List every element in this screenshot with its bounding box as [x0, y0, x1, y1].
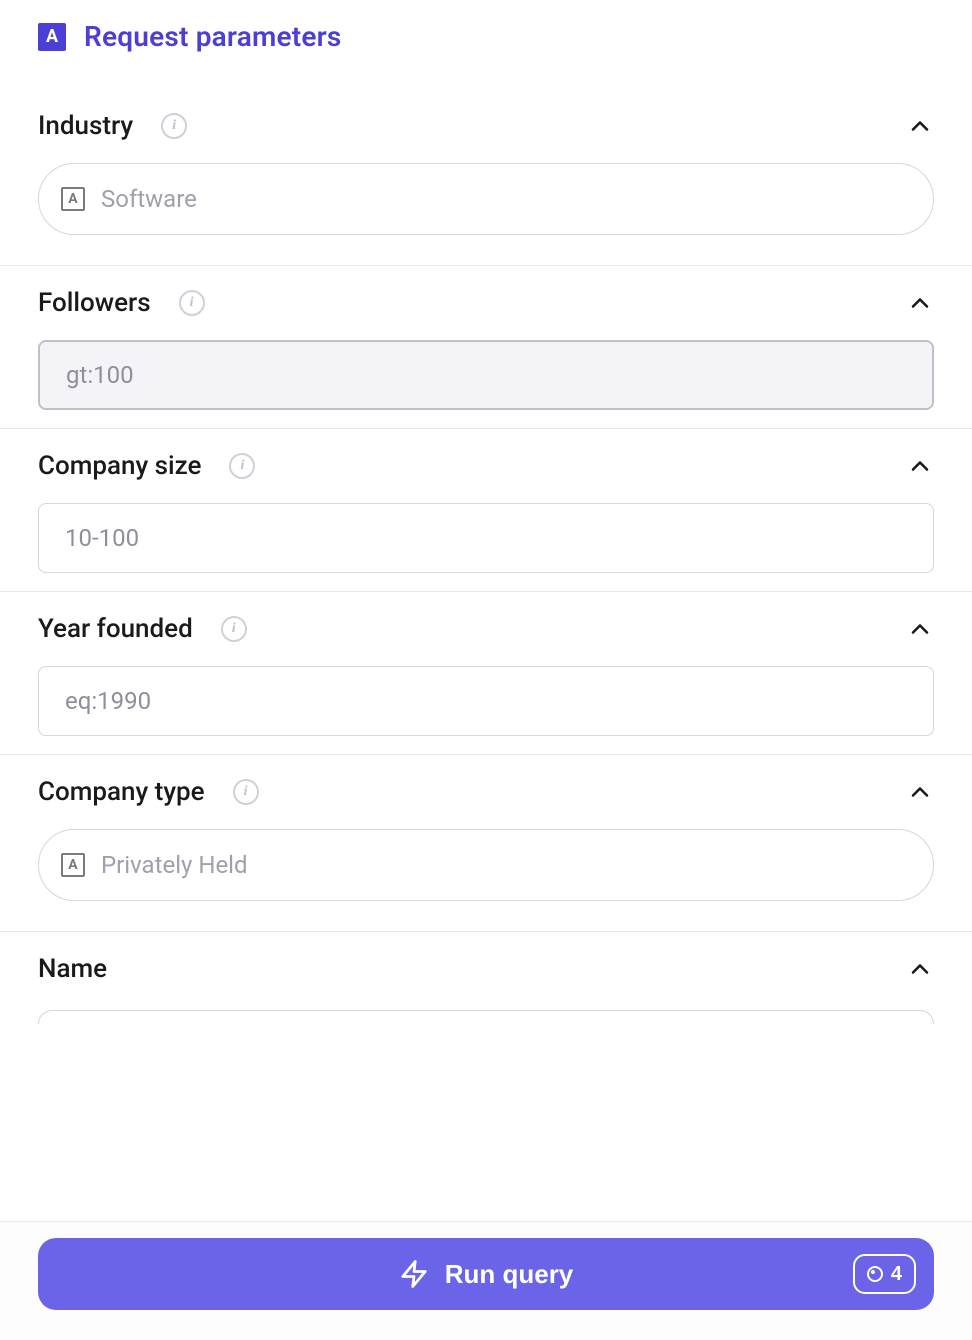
- text-type-icon: A: [61, 853, 85, 877]
- field-label: Year founded: [38, 614, 193, 644]
- chevron-up-icon[interactable]: [906, 289, 934, 317]
- field-header-followers[interactable]: Followers i: [38, 288, 934, 318]
- credit-count: 4: [891, 1263, 902, 1286]
- a-badge-icon: A: [38, 23, 66, 51]
- info-icon[interactable]: i: [229, 453, 255, 479]
- field-header-industry[interactable]: Industry i: [38, 111, 934, 141]
- header-title: Request parameters: [84, 20, 342, 53]
- info-icon[interactable]: i: [179, 290, 205, 316]
- field-section-year-founded: Year founded i eq:1990: [0, 592, 972, 755]
- field-label: Followers: [38, 288, 151, 318]
- company-size-input[interactable]: 10-100: [38, 503, 934, 573]
- chevron-up-icon[interactable]: [906, 452, 934, 480]
- field-label: Company size: [38, 451, 201, 481]
- input-placeholder: gt:100: [66, 361, 134, 389]
- company-type-input[interactable]: A Privately Held: [38, 829, 934, 901]
- info-icon[interactable]: i: [161, 113, 187, 139]
- field-section-industry: Industry i A Software: [0, 75, 972, 266]
- name-input[interactable]: [38, 1010, 934, 1024]
- input-placeholder: 10-100: [65, 524, 139, 552]
- field-header-name[interactable]: Name: [38, 954, 934, 984]
- bolt-icon: [399, 1259, 429, 1289]
- field-label: Company type: [38, 777, 205, 807]
- info-icon[interactable]: i: [221, 616, 247, 642]
- credit-chip: 4: [853, 1254, 916, 1294]
- field-header-year-founded[interactable]: Year founded i: [38, 614, 934, 644]
- field-label: Industry: [38, 111, 133, 141]
- bottom-bar: Run query 4: [0, 1221, 972, 1340]
- run-query-button[interactable]: Run query 4: [38, 1238, 934, 1310]
- field-section-company-type: Company type i A Privately Held: [0, 755, 972, 932]
- run-query-label: Run query: [445, 1259, 574, 1290]
- field-section-company-size: Company size i 10-100: [0, 429, 972, 592]
- chevron-up-icon[interactable]: [906, 955, 934, 983]
- text-type-icon: A: [61, 187, 85, 211]
- chevron-up-icon[interactable]: [906, 615, 934, 643]
- followers-input[interactable]: gt:100: [38, 340, 934, 410]
- header: A Request parameters: [0, 0, 972, 75]
- info-icon[interactable]: i: [233, 779, 259, 805]
- chevron-up-icon[interactable]: [906, 778, 934, 806]
- field-label: Name: [38, 954, 107, 984]
- field-header-company-type[interactable]: Company type i: [38, 777, 934, 807]
- year-founded-input[interactable]: eq:1990: [38, 666, 934, 736]
- field-section-name: Name: [0, 932, 972, 1034]
- credit-icon: [867, 1266, 883, 1282]
- input-placeholder: Software: [101, 185, 197, 213]
- industry-input[interactable]: A Software: [38, 163, 934, 235]
- chevron-up-icon[interactable]: [906, 112, 934, 140]
- input-placeholder: eq:1990: [65, 687, 151, 715]
- field-section-followers: Followers i gt:100: [0, 266, 972, 429]
- input-placeholder: Privately Held: [101, 851, 248, 879]
- field-header-company-size[interactable]: Company size i: [38, 451, 934, 481]
